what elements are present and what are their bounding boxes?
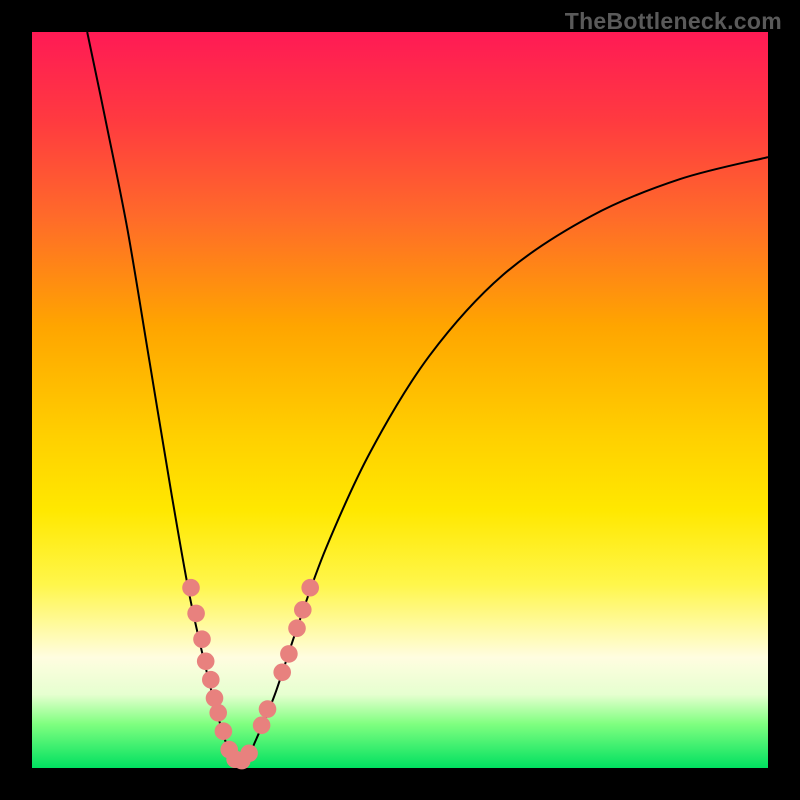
bottleneck-curve	[87, 32, 768, 764]
plot-area	[32, 32, 768, 768]
data-marker	[240, 745, 258, 763]
data-marker	[294, 601, 312, 619]
data-markers	[182, 579, 319, 769]
data-marker	[253, 717, 271, 735]
watermark-text: TheBottleneck.com	[565, 8, 782, 35]
data-marker	[182, 579, 200, 597]
chart-frame: TheBottleneck.com	[0, 0, 800, 800]
data-marker	[193, 630, 211, 648]
data-marker	[187, 605, 205, 623]
data-marker	[259, 700, 277, 718]
data-marker	[209, 704, 227, 722]
data-marker	[280, 645, 298, 663]
data-marker	[202, 671, 220, 689]
data-marker	[301, 579, 319, 597]
chart-svg	[32, 32, 768, 768]
data-marker	[206, 689, 224, 707]
data-marker	[288, 619, 306, 637]
data-marker	[273, 664, 291, 682]
data-marker	[215, 722, 233, 740]
data-marker	[197, 653, 215, 671]
